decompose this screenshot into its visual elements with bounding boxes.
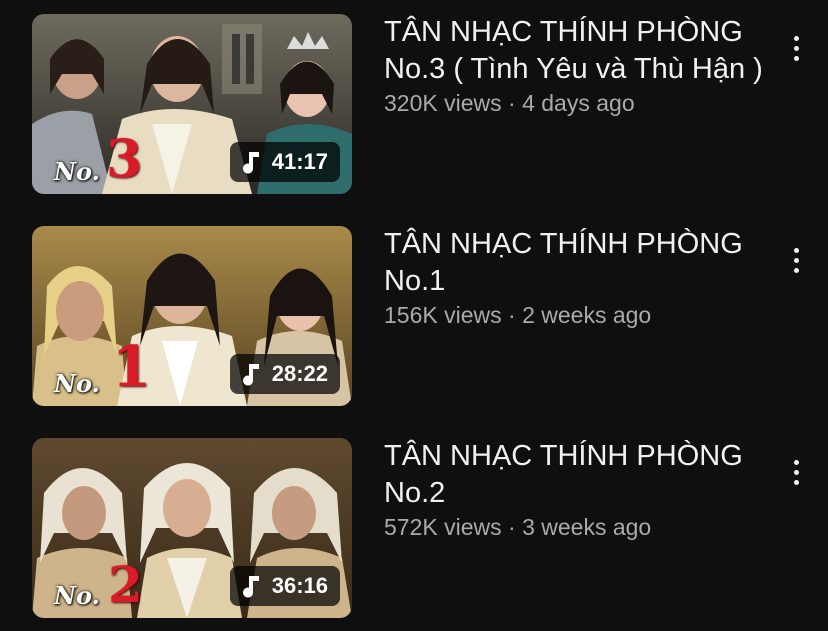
view-count: 320K views xyxy=(384,90,502,116)
more-vert-icon[interactable] xyxy=(782,32,810,64)
meta-separator: · xyxy=(501,90,523,116)
thumbnail-badge-number: 2 xyxy=(108,555,143,614)
video-thumbnail[interactable]: No. 3 41:17 xyxy=(32,14,352,194)
duration-text: 41:17 xyxy=(271,149,328,174)
music-note-icon xyxy=(242,152,259,174)
video-title[interactable]: TÂN NHẠC THÍNH PHÒNG No.2 xyxy=(384,438,764,512)
duration-text: 28:22 xyxy=(271,361,328,386)
video-title[interactable]: TÂN NHẠC THÍNH PHÒNG No.3 ( Tình Yêu và … xyxy=(384,14,764,88)
meta-separator: · xyxy=(501,514,523,540)
view-count: 156K views xyxy=(384,302,502,328)
video-item[interactable]: No. 1 28:22 TÂN NHẠC THÍNH PHÒNG No.1 15… xyxy=(0,226,828,406)
video-stats: 572K views · 3 weeks ago xyxy=(384,513,764,541)
duration-badge: 36:16 xyxy=(229,566,340,606)
video-item[interactable]: No. 2 36:16 TÂN NHẠC THÍNH PHÒNG No.2 57… xyxy=(0,438,828,618)
video-meta[interactable]: TÂN NHẠC THÍNH PHÒNG No.1 156K views · 2… xyxy=(384,226,764,329)
video-thumbnail[interactable]: No. 2 36:16 xyxy=(32,438,352,618)
video-item[interactable]: No. 3 41:17 TÂN NHẠC THÍNH PHÒNG No.3 ( … xyxy=(0,14,828,194)
thumbnail-badge-number: 3 xyxy=(106,129,143,190)
duration-text: 36:16 xyxy=(271,573,328,598)
video-stats: 320K views · 4 days ago xyxy=(384,89,764,117)
thumbnail-badge-number: 1 xyxy=(112,334,151,400)
upload-age: 4 days ago xyxy=(522,90,635,116)
upload-age: 3 weeks ago xyxy=(522,514,652,540)
music-note-icon xyxy=(242,576,259,598)
music-note-icon xyxy=(242,364,259,386)
duration-badge: 41:17 xyxy=(229,142,340,182)
thumbnail-badge-prefix: No. xyxy=(54,581,100,610)
video-stats: 156K views · 2 weeks ago xyxy=(384,301,764,329)
more-vert-icon[interactable] xyxy=(782,456,810,488)
upload-age: 2 weeks ago xyxy=(522,302,652,328)
view-count: 572K views xyxy=(384,514,502,540)
video-meta[interactable]: TÂN NHẠC THÍNH PHÒNG No.3 ( Tình Yêu và … xyxy=(384,14,764,117)
duration-badge: 28:22 xyxy=(229,354,340,394)
thumbnail-badge-prefix: No. xyxy=(54,157,100,186)
video-title[interactable]: TÂN NHẠC THÍNH PHÒNG No.1 xyxy=(384,226,764,300)
video-meta[interactable]: TÂN NHẠC THÍNH PHÒNG No.2 572K views · 3… xyxy=(384,438,764,541)
meta-separator: · xyxy=(501,302,523,328)
video-thumbnail[interactable]: No. 1 28:22 xyxy=(32,226,352,406)
thumbnail-badge-prefix: No. xyxy=(54,369,100,398)
more-vert-icon[interactable] xyxy=(782,244,810,276)
